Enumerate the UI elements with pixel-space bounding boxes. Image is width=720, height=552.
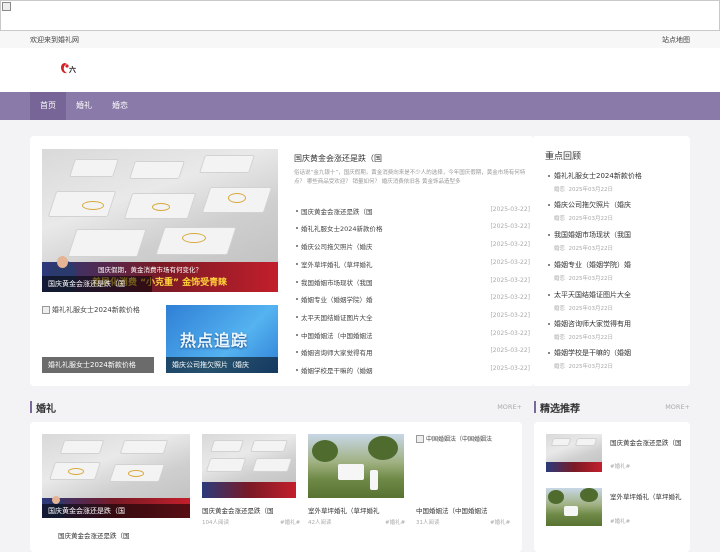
- picks-section-title: 精选推荐: [540, 404, 580, 415]
- wedding-section-title: 婚礼: [36, 404, 56, 415]
- picks-image-2[interactable]: [546, 488, 602, 526]
- nav-item-dating[interactable]: 婚恋: [102, 92, 138, 120]
- picks-title-2[interactable]: 室外草坪婚礼（草坪婚礼: [610, 491, 682, 503]
- welcome-text: 欢迎来到婚礼网: [30, 36, 79, 44]
- hot-topic-banner: 热点追踪: [180, 331, 249, 350]
- wedding-card-image-1[interactable]: [202, 434, 296, 498]
- picks-more-link[interactable]: MORE+: [665, 403, 690, 411]
- featured-sub1-caption: 婚礼礼服女士2024新款价格: [42, 357, 154, 373]
- broken-image-icon: [2, 2, 11, 11]
- featured-main-caption: 国庆黄金会涨还是跌（国: [42, 276, 152, 292]
- wedding-card-image-3-alt: 中国婚姻法（中国婚姻法: [416, 434, 492, 443]
- list-item[interactable]: 中国婚姻法（中国婚姻法 [2025-03-22]: [294, 328, 530, 345]
- list-item[interactable]: 国庆黄金会涨还是跌（国 [2025-03-22]: [294, 204, 530, 221]
- wedding-list-first[interactable]: 国庆黄金会涨还是跌（国: [58, 530, 130, 540]
- svg-text:六: 六: [69, 65, 76, 74]
- site-header: [0, 48, 720, 92]
- list-item[interactable]: 婚礼礼服女士2024新款价格 [2025-03-22]: [294, 221, 530, 238]
- wedding-card-views-1: 104人阅读: [202, 520, 229, 526]
- top-banner-image: [0, 0, 720, 31]
- list-item[interactable]: 婚庆公司拖欠照片（婚庆 [2025-03-22]: [294, 239, 530, 256]
- nav-item-wedding[interactable]: 婚礼: [66, 92, 102, 120]
- wedding-card-tag-2[interactable]: #婚礼#: [385, 518, 405, 526]
- wedding-card-views-3: 31人阅读: [416, 520, 440, 526]
- picks-image-1[interactable]: [546, 434, 602, 472]
- picks-title-1[interactable]: 国庆黄金会涨还是跌（国: [610, 437, 682, 449]
- broken-image-icon: [416, 435, 424, 443]
- wedding-big-caption: 国庆黄金会涨还是跌（国: [42, 504, 190, 518]
- site-logo-icon[interactable]: 六: [58, 60, 76, 78]
- list-item[interactable]: 我国婚姻市场现状（我国 [2025-03-22]: [294, 275, 530, 292]
- wedding-big-image[interactable]: 国庆黄金会涨还是跌（国: [42, 434, 190, 518]
- main-nav: 首页 婚礼 婚恋: [0, 92, 720, 120]
- featured-desc: 俗话说“金九银十”，国庆假期，黄金消费向来是不少人的选择，今年国庆假期，黄金市场…: [294, 170, 526, 185]
- wedding-card-tag-3[interactable]: #婚礼#: [490, 518, 510, 526]
- featured-overlay-line1: 国庆假期，黄金消费市场有何变化？: [98, 266, 202, 274]
- list-item[interactable]: 婚姻专业（婚姻学院）婚 [2025-03-22]: [294, 292, 530, 309]
- picks-tag-2[interactable]: #婚礼#: [610, 517, 630, 525]
- wedding-section-header: 婚礼 MORE+: [30, 400, 522, 415]
- wedding-card-image-3[interactable]: 中国婚姻法（中国婚姻法: [416, 434, 512, 498]
- featured-sub1-image[interactable]: 婚礼礼服女士2024新款价格 婚礼礼服女士2024新款价格: [42, 305, 154, 373]
- featured-sub1-alt: 婚礼礼服女士2024新款价格: [42, 305, 140, 315]
- recommend-title: 重点回顾: [545, 152, 582, 162]
- wedding-card-title-3[interactable]: 中国婚姻法（中国婚姻法: [416, 505, 488, 515]
- list-item[interactable]: 婚姻咨询师大家觉得有用 [2025-03-22]: [294, 345, 530, 362]
- picks-section-header: 精选推荐 MORE+: [534, 400, 690, 415]
- wedding-card-title-1[interactable]: 国庆黄金会涨还是跌（国: [202, 505, 274, 515]
- featured-sub2-caption: 婚庆公司拖欠照片（婚庆: [166, 357, 278, 373]
- wedding-card-image-2[interactable]: [308, 434, 404, 498]
- wedding-more-link[interactable]: MORE+: [497, 403, 522, 411]
- list-item[interactable]: 婚姻学校是干嘛的（婚姻 [2025-03-22]: [294, 363, 530, 380]
- nav-item-home[interactable]: 首页: [30, 92, 66, 120]
- wedding-card-tag-1[interactable]: #婚礼#: [280, 518, 300, 526]
- top-bar: 欢迎来到婚礼网 站点地图: [0, 31, 720, 48]
- featured-sub2-image[interactable]: 热点追踪 婚庆公司拖欠照片（婚庆: [166, 305, 278, 373]
- wedding-card-views-2: 42人阅读: [308, 520, 332, 526]
- broken-image-icon: [42, 306, 50, 314]
- list-item[interactable]: 室外草坪婚礼（草坪婚礼 [2025-03-22]: [294, 257, 530, 274]
- list-item[interactable]: 太平天国结婚证图片大全 [2025-03-22]: [294, 310, 530, 327]
- featured-main-image[interactable]: 国庆假期，黄金消费市场有何变化？ 差异化消费 “小克重” 金饰受青睐 国庆黄金会…: [42, 149, 278, 292]
- featured-title[interactable]: 国庆黄金会涨还是跌（国: [294, 153, 382, 164]
- sitemap-link[interactable]: 站点地图: [662, 35, 690, 45]
- picks-tag-1[interactable]: #婚礼#: [610, 462, 630, 470]
- wedding-card-title-2[interactable]: 室外草坪婚礼（草坪婚礼: [308, 505, 380, 515]
